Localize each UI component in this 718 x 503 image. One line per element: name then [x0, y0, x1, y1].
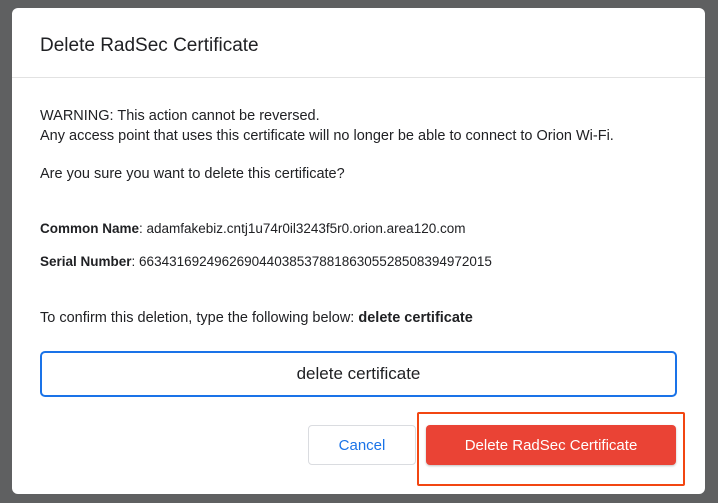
dialog-header: Delete RadSec Certificate	[12, 8, 705, 78]
serial-number-row: Serial Number: 6634316924962690440385378…	[40, 252, 492, 272]
confirm-instructions: To confirm this deletion, type the follo…	[40, 308, 473, 328]
cancel-button[interactable]: Cancel	[308, 425, 416, 465]
warning-line-1: WARNING: This action cannot be reversed.	[40, 108, 320, 124]
warning-message: WARNING: This action cannot be reversed.…	[40, 106, 614, 146]
confirm-deletion-input[interactable]	[40, 351, 677, 397]
delete-certificate-button[interactable]: Delete RadSec Certificate	[426, 425, 676, 465]
common-name-value: : adamfakebiz.cntj1u74r0il3243f5r0.orion…	[139, 221, 466, 236]
serial-number-label: Serial Number	[40, 254, 132, 269]
confirmation-question: Are you sure you want to delete this cer…	[40, 166, 345, 182]
confirm-phrase: delete certificate	[358, 310, 473, 326]
common-name-label: Common Name	[40, 221, 140, 236]
delete-certificate-dialog: Delete RadSec Certificate WARNING: This …	[12, 8, 705, 494]
confirm-prompt: To confirm this deletion, type the follo…	[40, 310, 359, 326]
serial-number-value: : 66343169249626904403853788186305528508…	[131, 254, 492, 269]
warning-line-2: Any access point that uses this certific…	[40, 128, 614, 144]
dialog-title: Delete RadSec Certificate	[40, 35, 259, 56]
common-name-row: Common Name: adamfakebiz.cntj1u74r0il324…	[40, 219, 465, 239]
